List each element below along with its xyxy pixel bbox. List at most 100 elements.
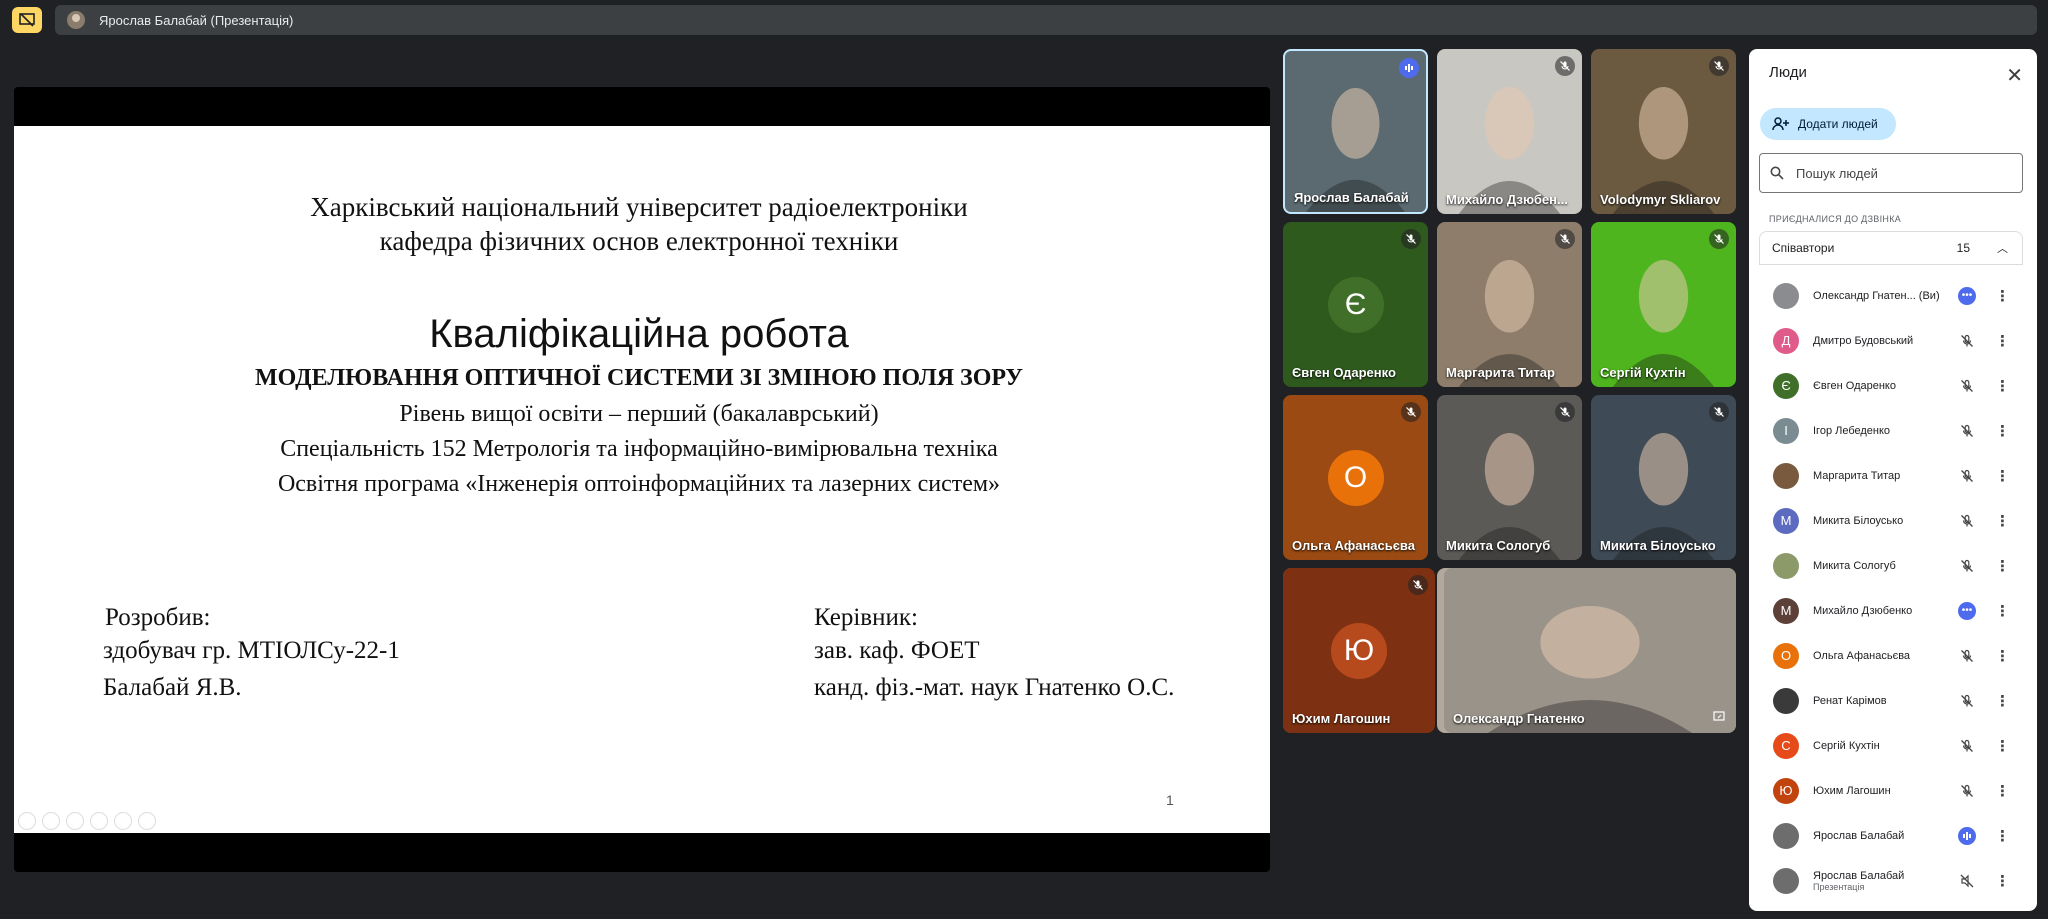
participant-tile[interactable]: Маргарита Титар (1437, 222, 1582, 387)
slide-department: кафедра фізичних основ електронної техні… (379, 226, 899, 256)
prev-slide-icon[interactable] (18, 812, 36, 830)
stop-presenting-button[interactable] (12, 7, 42, 33)
participant-row[interactable]: Ренат Карімов ⋮ (1759, 678, 2023, 723)
slide-program: Освітня програма «Інженерія оптоінформац… (277, 471, 1001, 497)
participant-tile[interactable]: Михайло Дзюбен... (1437, 49, 1582, 214)
more-vert-icon[interactable]: ⋮ (1995, 287, 2010, 305)
participant-row[interactable]: Маргарита Титар ⋮ (1759, 453, 2023, 498)
participant-row[interactable]: І Ігор Лебеденко ⋮ (1759, 408, 2023, 453)
presentation-stage: Харківський національний університет рад… (14, 87, 1270, 872)
participant-tile[interactable]: Ю Юхим Лагошин (1283, 568, 1435, 733)
more-vert-icon[interactable]: ⋮ (1995, 557, 2010, 575)
participant-name: Микита Білоусько (1600, 538, 1716, 553)
more-vert-icon[interactable]: ⋮ (1995, 872, 2010, 890)
mic-off-icon[interactable] (1957, 556, 1977, 576)
more-horizontal-icon[interactable]: ••• (1957, 601, 1977, 621)
more-horizontal-icon[interactable]: ••• (1957, 286, 1977, 306)
more-vert-icon[interactable]: ⋮ (1995, 737, 2010, 755)
more-vert-icon[interactable]: ⋮ (1995, 782, 2010, 800)
more-vert-icon[interactable]: ⋮ (1995, 692, 2010, 710)
participant-tile[interactable]: Олександр Гнатенко (1444, 568, 1736, 733)
mic-off-icon[interactable] (1957, 736, 1977, 756)
more-vert-icon[interactable]: ⋮ (1995, 467, 2010, 485)
presentation-pill[interactable]: Ярослав Балабай (Презентація) (55, 5, 2037, 35)
more-icon[interactable] (138, 812, 156, 830)
participant-tile[interactable]: Сергій Кухтін (1591, 222, 1736, 387)
mic-off-icon[interactable] (1957, 466, 1977, 486)
participant-name: Микита Сологуб (1446, 538, 1551, 553)
participant-row-name: Ярослав Балабай (1813, 830, 1953, 842)
participant-row-name: Олександр Гнатен... (Ви) (1813, 290, 1953, 302)
pen-icon[interactable] (66, 812, 84, 830)
participant-row-name: Дмитро Будовський (1813, 335, 1953, 347)
mic-off-icon[interactable] (1957, 691, 1977, 711)
avatar: Є (1773, 372, 1799, 399)
mic-off-icon (1555, 56, 1575, 76)
participant-row[interactable]: Олександр Гнатен... (Ви) ••• ⋮ (1759, 273, 2023, 318)
participant-name: Олександр Гнатенко (1453, 711, 1585, 726)
participant-row-label: Маргарита Титар (1813, 469, 1901, 482)
avatar (67, 11, 85, 29)
participant-tile[interactable]: Микита Білоусько (1591, 395, 1736, 560)
avatar (1773, 282, 1799, 309)
more-vert-icon[interactable]: ⋮ (1995, 827, 2010, 845)
avatar (1773, 552, 1799, 579)
zoom-icon[interactable] (114, 812, 132, 830)
mic-off-icon (1401, 229, 1421, 249)
mic-off-icon[interactable] (1957, 646, 1977, 666)
participant-row[interactable]: Микита Сологуб ⋮ (1759, 543, 2023, 588)
speaking-indicator-icon[interactable] (1957, 826, 1977, 846)
participant-name: Volodymyr Skliarov (1600, 192, 1721, 207)
participant-row[interactable]: Д Дмитро Будовський ⋮ (1759, 318, 2023, 363)
more-vert-icon[interactable]: ⋮ (1995, 602, 2010, 620)
participant-tile[interactable]: Микита Сологуб (1437, 395, 1582, 560)
video-feed (1444, 568, 1736, 733)
search-placeholder: Пошук людей (1796, 165, 1878, 181)
participant-row[interactable]: М Михайло Дзюбенко ••• ⋮ (1759, 588, 2023, 633)
participant-row[interactable]: Ярослав Балабай ⋮ (1759, 813, 2023, 858)
avatar: І (1773, 417, 1799, 444)
participant-row-name: Микита Сологуб (1813, 560, 1953, 572)
add-people-label: Додати людей (1798, 117, 1878, 131)
copy-icon[interactable] (90, 812, 108, 830)
slide-level: Рівень вищої освіти – перший (бакалаврсь… (399, 401, 879, 427)
mic-off-icon[interactable] (1957, 421, 1977, 441)
more-vert-icon[interactable]: ⋮ (1995, 377, 2010, 395)
mic-off-icon (1709, 402, 1729, 422)
mic-off-icon[interactable] (1957, 781, 1977, 801)
close-icon[interactable]: ✕ (2006, 63, 2023, 88)
mic-off-icon (1709, 229, 1729, 249)
more-vert-icon[interactable]: ⋮ (1995, 332, 2010, 350)
more-vert-icon[interactable]: ⋮ (1995, 647, 2010, 665)
participant-tile[interactable]: О Ольга Афанасьєва (1283, 395, 1428, 560)
participant-name: Маргарита Титар (1446, 365, 1555, 380)
next-slide-icon[interactable] (42, 812, 60, 830)
more-vert-icon[interactable]: ⋮ (1995, 422, 2010, 440)
mic-off-icon[interactable] (1957, 511, 1977, 531)
participant-row-name: Юхим Лагошин (1813, 785, 1953, 797)
participant-name: Ольга Афанасьєва (1292, 538, 1415, 553)
participant-tile[interactable]: Volodymyr Skliarov (1591, 49, 1736, 214)
collaborators-group-header[interactable]: Співавтори 15 ︿ (1759, 231, 2023, 265)
participant-row[interactable]: Є Євген Одаренко ⋮ (1759, 363, 2023, 408)
avatar: Ю (1331, 622, 1387, 679)
avatar: Ю (1773, 777, 1799, 804)
participant-name: Євген Одаренко (1292, 365, 1396, 380)
mic-off-icon[interactable] (1957, 376, 1977, 396)
audio-off-icon[interactable] (1957, 871, 1977, 891)
participant-row[interactable]: Ю Юхим Лагошин ⋮ (1759, 768, 2023, 813)
mic-off-icon[interactable] (1957, 331, 1977, 351)
more-vert-icon[interactable]: ⋮ (1995, 512, 2010, 530)
participant-row[interactable]: Ярослав Балабай Презентація ⋮ (1759, 858, 2023, 903)
participant-row[interactable]: О Ольга Афанасьєва ⋮ (1759, 633, 2023, 678)
participant-tile[interactable]: Ярослав Балабай (1283, 49, 1428, 214)
participant-row-label: Сергій Кухтін (1813, 739, 1880, 752)
chevron-up-icon[interactable]: ︿ (1997, 240, 2008, 256)
participant-row-name: Михайло Дзюбенко (1813, 605, 1953, 617)
participant-tile[interactable]: Є Євген Одаренко (1283, 222, 1428, 387)
search-input[interactable]: Пошук людей (1759, 153, 2023, 193)
participant-row[interactable]: С Сергій Кухтін ⋮ (1759, 723, 2023, 768)
participant-row[interactable]: М Микита Білоусько ⋮ (1759, 498, 2023, 543)
add-people-button[interactable]: Додати людей (1760, 108, 1896, 140)
mic-off-icon (1555, 229, 1575, 249)
